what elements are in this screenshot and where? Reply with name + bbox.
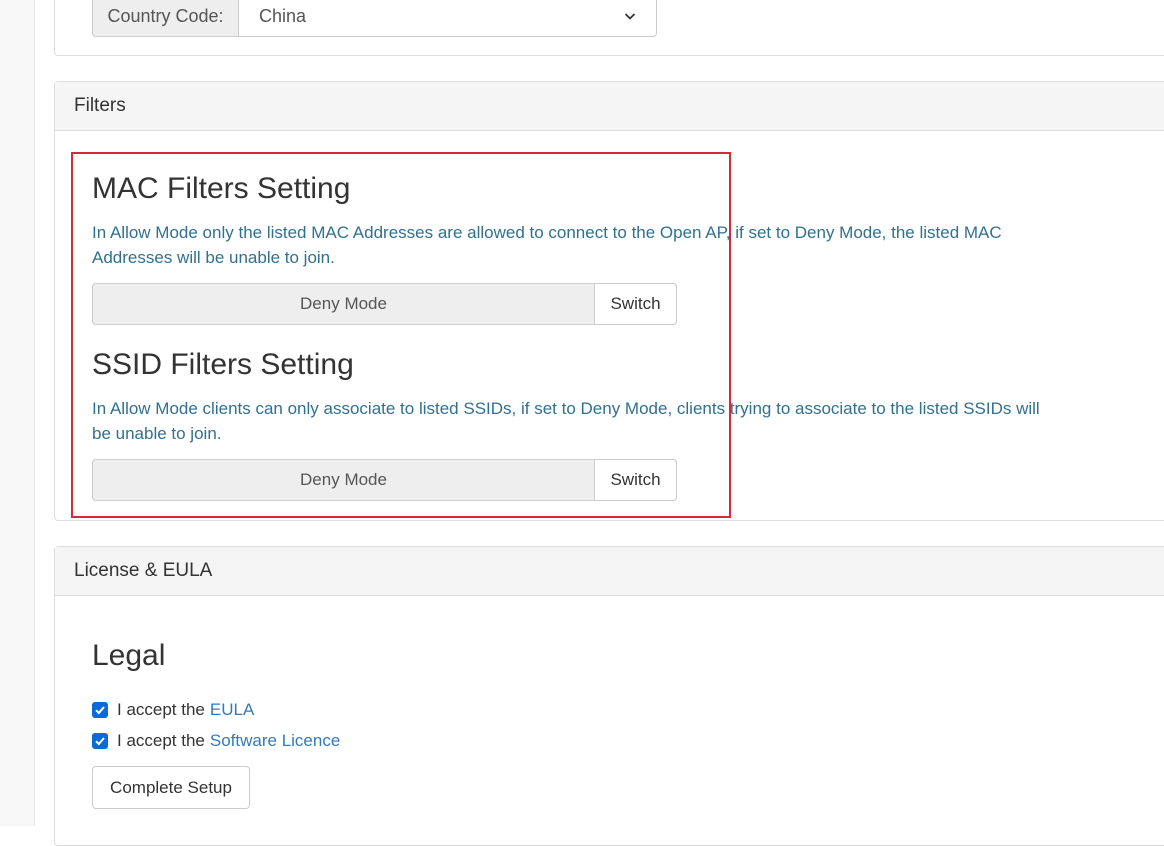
mac-mode-display: Deny Mode: [92, 283, 594, 325]
licence-check-row: I accept the Software Licence: [92, 731, 340, 751]
ssid-mode-display: Deny Mode: [92, 459, 594, 501]
eula-check-text: I accept the: [117, 700, 205, 719]
legal-title: Legal: [92, 639, 166, 672]
ssid-mode-group: Deny Mode Switch: [92, 459, 677, 501]
mac-mode-group: Deny Mode Switch: [92, 283, 677, 325]
filters-heading: Filters: [55, 82, 1164, 131]
country-code-select[interactable]: China: [238, 0, 657, 37]
ssid-filters-help: In Allow Mode clients can only associate…: [92, 399, 1040, 443]
ssid-filters-title: SSID Filters Setting: [92, 348, 354, 381]
chevron-down-icon: [624, 13, 636, 20]
mac-switch-button[interactable]: Switch: [594, 283, 677, 325]
licence-check-text: I accept the: [117, 731, 205, 750]
eula-checkbox[interactable]: [92, 702, 108, 718]
left-sidebar-rail: [0, 0, 35, 826]
country-panel: Country Code: China: [54, 0, 1164, 56]
eula-check-row: I accept the EULA: [92, 700, 254, 720]
ssid-switch-button[interactable]: Switch: [594, 459, 677, 501]
country-code-label: Country Code:: [92, 0, 238, 37]
eula-link[interactable]: EULA: [210, 700, 254, 720]
mac-filters-help: In Allow Mode only the listed MAC Addres…: [92, 223, 1002, 267]
country-code-group: Country Code: China: [92, 0, 657, 37]
software-licence-link[interactable]: Software Licence: [210, 731, 340, 751]
check-icon: [95, 737, 105, 746]
mac-filters-title: MAC Filters Setting: [92, 172, 351, 205]
complete-setup-button[interactable]: Complete Setup: [92, 766, 250, 809]
licence-checkbox[interactable]: [92, 733, 108, 749]
filters-panel: Filters MAC Filters Setting In Allow Mod…: [54, 81, 1164, 521]
check-icon: [95, 706, 105, 715]
license-panel: License & EULA Legal I accept the EULA I…: [54, 546, 1164, 846]
license-heading: License & EULA: [55, 547, 1164, 596]
country-code-value: China: [259, 5, 307, 26]
